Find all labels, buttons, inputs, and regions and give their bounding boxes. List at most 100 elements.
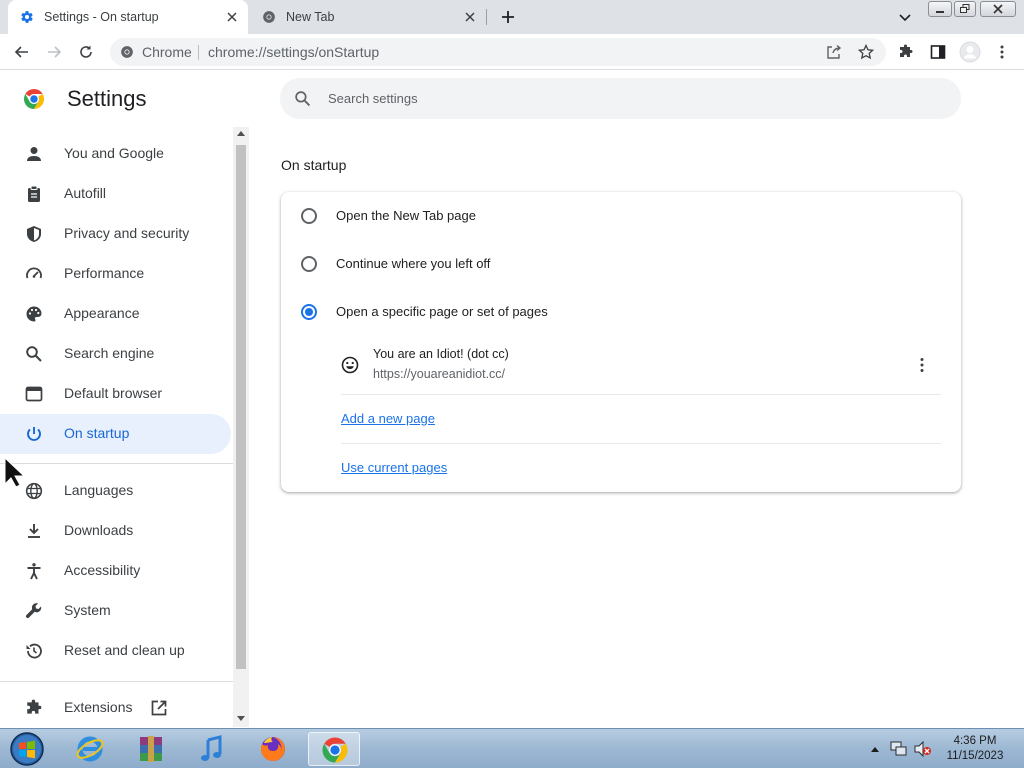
close-window-button[interactable] <box>980 1 1016 17</box>
open-in-new-icon <box>151 700 167 716</box>
taskbar-itunes[interactable] <box>186 732 238 766</box>
startup-page-entry: You are an Idiot! (dot cc) https://youar… <box>341 342 941 394</box>
show-hidden-icons-icon[interactable] <box>870 745 880 753</box>
browser-toolbar: Chrome chrome://settings/onStartup <box>0 34 1024 70</box>
scroll-down-arrow-icon[interactable] <box>237 716 245 721</box>
tab-settings[interactable]: Settings - On startup <box>8 0 248 34</box>
sidebar-item-label: Autofill <box>64 185 107 201</box>
restore-button[interactable] <box>954 1 976 17</box>
sidebar-item-label: Performance <box>64 265 145 281</box>
tab-separator <box>486 9 487 25</box>
sidebar-item-appearance[interactable]: Appearance <box>0 294 231 334</box>
sidebar-item-label: Downloads <box>64 522 134 538</box>
share-icon[interactable] <box>826 44 842 60</box>
sidebar-item-label: Reset and clean up <box>64 642 185 658</box>
tab-title: Settings - On startup <box>44 10 159 24</box>
minimize-button[interactable] <box>928 1 952 17</box>
sidebar-item-label: Appearance <box>64 305 140 321</box>
sidebar-item-reset[interactable]: Reset and clean up <box>0 631 231 671</box>
tab-new-tab[interactable]: New Tab <box>250 0 486 34</box>
use-current-pages-link[interactable]: Use current pages <box>341 460 447 475</box>
taskbar-clock[interactable]: 4:36 PM 11/15/2023 <box>935 734 1015 764</box>
windows-start-icon[interactable] <box>6 731 48 767</box>
scrollbar-thumb[interactable] <box>236 145 246 669</box>
minimize-icon <box>936 11 944 13</box>
puzzle-icon[interactable] <box>898 44 914 60</box>
card-divider <box>341 394 941 395</box>
kebab-menu-icon[interactable] <box>994 44 1010 60</box>
chrome-icon[interactable] <box>120 45 134 59</box>
tab-strip: Settings - On startup New Tab <box>0 0 1024 34</box>
firefox-icon <box>260 737 285 761</box>
back-arrow-icon[interactable] <box>14 44 30 60</box>
profile-avatar-icon[interactable] <box>959 41 981 63</box>
sidebar-item-extensions[interactable]: Extensions <box>0 688 231 728</box>
startup-page-url: https://youareanidiot.cc/ <box>373 367 506 381</box>
sidebar-item-languages[interactable]: Languages <box>0 471 231 511</box>
network-icon[interactable] <box>890 741 908 757</box>
taskbar-chrome[interactable] <box>308 732 360 766</box>
speaker-muted-icon[interactable] <box>914 741 932 757</box>
star-icon[interactable] <box>858 44 874 60</box>
radio-button[interactable] <box>301 208 317 224</box>
sidebar-item-autofill[interactable]: Autofill <box>0 174 231 214</box>
plus-icon[interactable] <box>499 8 517 26</box>
omnibox-url[interactable]: chrome://settings/onStartup <box>208 44 379 60</box>
settings-search[interactable] <box>280 78 961 119</box>
accessibility-icon <box>27 563 41 580</box>
radio-label: Continue where you left off <box>336 256 491 271</box>
sidebar-item-default-browser[interactable]: Default browser <box>0 374 231 414</box>
radio-label: Open a specific page or set of pages <box>336 304 548 319</box>
omnibox-divider <box>198 45 199 60</box>
omnibox-chip: Chrome <box>142 44 192 60</box>
search-input[interactable] <box>326 88 926 109</box>
sidebar-item-label: Privacy and security <box>64 225 190 241</box>
sidebar-item-on-startup[interactable]: On startup <box>0 414 231 454</box>
radio-continue[interactable]: Continue where you left off <box>281 244 961 284</box>
chevron-down-icon[interactable] <box>897 9 913 25</box>
sidebar-item-system[interactable]: System <box>0 591 231 631</box>
sidebar-item-label: Search engine <box>64 345 155 361</box>
internet-explorer-icon <box>76 736 104 762</box>
section-title: On startup <box>281 157 347 173</box>
radio-button[interactable] <box>301 304 317 320</box>
side-panel-icon[interactable] <box>930 44 946 60</box>
taskbar-winrar[interactable] <box>125 732 177 766</box>
sidebar-item-performance[interactable]: Performance <box>0 254 231 294</box>
sidebar-item-search-engine[interactable]: Search engine <box>0 334 231 374</box>
sidebar-divider <box>0 681 233 682</box>
mouse-cursor-icon <box>4 456 26 488</box>
radio-button[interactable] <box>301 256 317 272</box>
radio-open-new-tab[interactable]: Open the New Tab page <box>281 196 961 236</box>
power-icon <box>27 427 41 441</box>
on-startup-card: Open the New Tab page Continue where you… <box>281 192 961 492</box>
globe-icon <box>25 482 43 500</box>
forward-arrow-icon[interactable] <box>46 44 62 60</box>
person-icon <box>27 147 41 161</box>
omnibox[interactable]: Chrome chrome://settings/onStartup <box>110 38 886 66</box>
kebab-menu-icon[interactable] <box>913 356 931 374</box>
sidebar-item-label: Languages <box>64 482 134 498</box>
taskbar-internet-explorer[interactable] <box>64 732 116 766</box>
search-icon <box>295 91 311 107</box>
sidebar-item-label: Default browser <box>64 385 163 401</box>
sidebar-item-accessibility[interactable]: Accessibility <box>0 551 231 591</box>
sidebar-item-downloads[interactable]: Downloads <box>0 511 231 551</box>
clock-time: 4:36 PM <box>953 735 997 747</box>
radio-specific-pages[interactable]: Open a specific page or set of pages <box>281 292 961 332</box>
sidebar-item-label: Accessibility <box>64 562 141 578</box>
sidebar-item-label: Extensions <box>64 699 133 715</box>
radio-label: Open the New Tab page <box>336 208 476 223</box>
taskbar: 4:36 PM 11/15/2023 <box>0 728 1024 768</box>
close-icon[interactable] <box>224 9 240 25</box>
reload-icon[interactable] <box>78 44 94 60</box>
sidebar-item-you-and-google[interactable]: You and Google <box>0 134 231 174</box>
scroll-up-arrow-icon[interactable] <box>237 131 245 136</box>
shield-icon <box>27 226 41 242</box>
restore-icon <box>960 4 970 13</box>
close-icon[interactable] <box>462 9 478 25</box>
sidebar-item-privacy[interactable]: Privacy and security <box>0 214 231 254</box>
settings-title: Settings <box>67 86 147 111</box>
add-new-page-link[interactable]: Add a new page <box>341 411 435 426</box>
taskbar-firefox[interactable] <box>247 732 299 766</box>
